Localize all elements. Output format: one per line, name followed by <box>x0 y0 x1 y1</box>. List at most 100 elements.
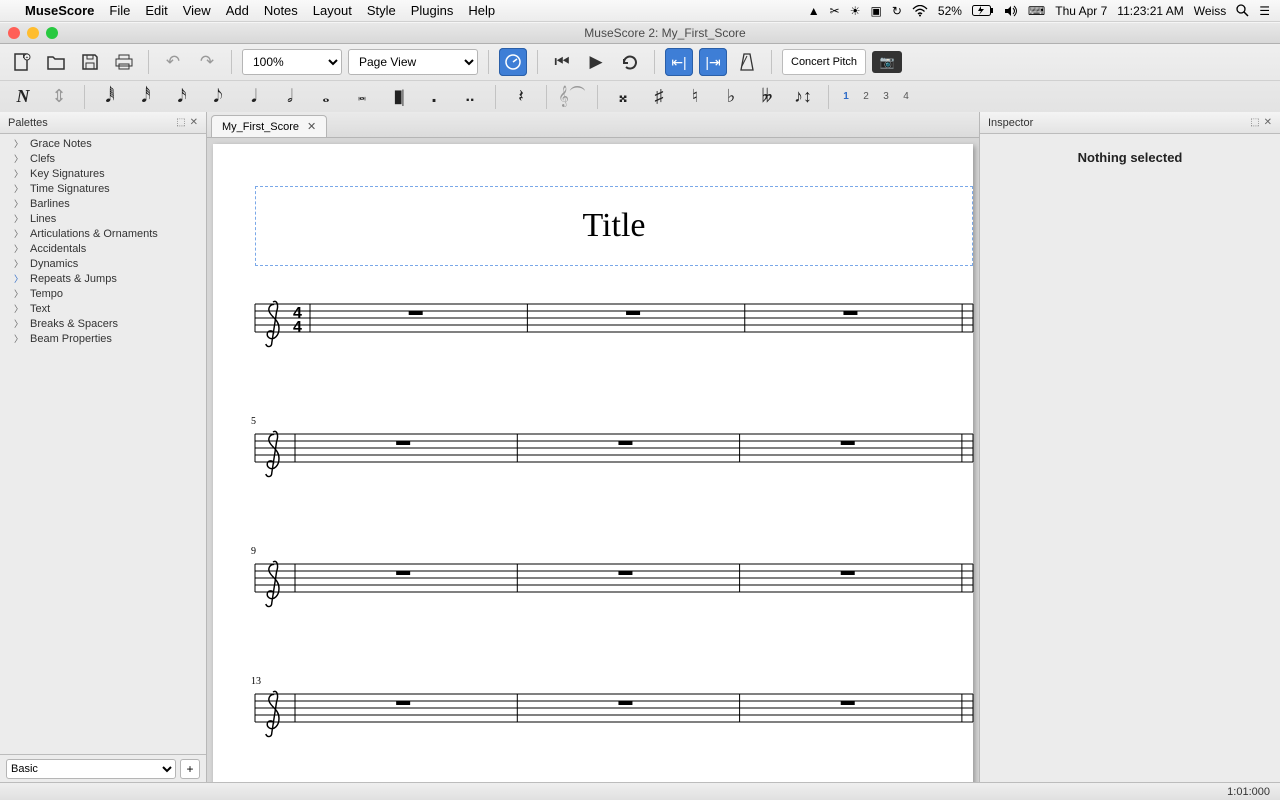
view-mode-select[interactable]: Page View <box>348 49 478 75</box>
save-button[interactable] <box>76 48 104 76</box>
staff-system[interactable]: 9 <box>255 564 973 614</box>
palette-float-icon[interactable]: ⬚ <box>176 117 185 128</box>
battery-icon[interactable] <box>972 5 994 16</box>
score-title[interactable]: Title <box>582 207 645 245</box>
double-flat-button[interactable]: 𝄫 <box>752 83 782 111</box>
palette-item-barlines[interactable]: 〉Barlines <box>0 196 206 211</box>
natural-button[interactable]: ♮ <box>680 83 710 111</box>
duration-longa-button[interactable]: ▮| <box>383 83 413 111</box>
score-viewport[interactable]: Title 44 5 9 13 <box>207 138 979 782</box>
palette-item-articulations-ornaments[interactable]: 〉Articulations & Ornaments <box>0 226 206 241</box>
metronome-button[interactable] <box>733 48 761 76</box>
tool-icon[interactable]: ✂ <box>830 4 840 18</box>
close-window-button[interactable] <box>8 27 20 39</box>
inspector-float-icon[interactable]: ⬚ <box>1250 117 1259 128</box>
palette-item-text[interactable]: 〉Text <box>0 301 206 316</box>
zoom-select[interactable]: 100% <box>242 49 342 75</box>
screenshot-button[interactable]: 📷 <box>872 51 902 73</box>
play-button[interactable]: ▶ <box>582 48 610 76</box>
palette-close-icon[interactable]: ✕ <box>190 117 198 128</box>
menubar-user[interactable]: Weiss <box>1194 4 1226 18</box>
palette-item-time-signatures[interactable]: 〉Time Signatures <box>0 181 206 196</box>
menubar-time[interactable]: 11:23:21 AM <box>1117 4 1184 18</box>
document-tab[interactable]: My_First_Score ✕ <box>211 115 327 137</box>
palette-item-grace-notes[interactable]: 〉Grace Notes <box>0 136 206 151</box>
double-dot-button[interactable]: .. <box>455 83 485 111</box>
loop-out-button[interactable]: |⇥ <box>699 48 727 76</box>
gdrive-icon[interactable]: ▲ <box>808 4 820 18</box>
redo-button[interactable]: ↷ <box>193 48 221 76</box>
loop-button[interactable] <box>616 48 644 76</box>
menu-notes[interactable]: Notes <box>264 3 298 18</box>
menu-layout[interactable]: Layout <box>313 3 352 18</box>
print-button[interactable] <box>110 48 138 76</box>
loop-in-button[interactable]: ⇤| <box>665 48 693 76</box>
repitch-button[interactable]: ⇕ <box>44 83 74 111</box>
menu-edit[interactable]: Edit <box>145 3 167 18</box>
tie-button[interactable]: 𝄞⁀ <box>557 83 587 111</box>
palette-item-tempo[interactable]: 〉Tempo <box>0 286 206 301</box>
voice-1-button[interactable]: 1 <box>839 91 853 102</box>
flip-button[interactable]: ♪↕ <box>788 83 818 111</box>
palette-item-lines[interactable]: 〉Lines <box>0 211 206 226</box>
duration-quarter-button[interactable]: 𝅘𝅥 <box>239 83 269 111</box>
input-icon[interactable]: ⌨ <box>1028 4 1045 18</box>
minimize-window-button[interactable] <box>27 27 39 39</box>
palette-workspace-select[interactable]: Basic <box>6 759 176 779</box>
double-sharp-button[interactable]: 𝄪 <box>608 83 638 111</box>
menu-help[interactable]: Help <box>468 3 495 18</box>
menubar-date[interactable]: Thu Apr 7 <box>1055 4 1107 18</box>
dropbox-icon[interactable]: ▣ <box>870 4 881 18</box>
menu-plugins[interactable]: Plugins <box>411 3 454 18</box>
duration-breve-button[interactable]: 𝅜 <box>347 83 377 111</box>
flat-button[interactable]: ♭ <box>716 83 746 111</box>
spotlight-icon[interactable] <box>1236 4 1249 17</box>
menu-add[interactable]: Add <box>226 3 249 18</box>
duration-32nd-button[interactable]: 𝅘𝅥𝅰 <box>131 83 161 111</box>
inspector-close-icon[interactable]: ✕ <box>1264 117 1272 128</box>
menu-style[interactable]: Style <box>367 3 396 18</box>
staff-system[interactable]: 5 <box>255 434 973 484</box>
title-frame[interactable]: Title <box>255 186 973 266</box>
rest-button[interactable]: 𝄽 <box>506 83 536 111</box>
volume-icon[interactable] <box>1004 5 1018 17</box>
duration-whole-button[interactable]: 𝅝 <box>311 83 341 111</box>
score-page[interactable]: Title 44 5 9 13 <box>213 144 973 782</box>
brightness-icon[interactable]: ☀ <box>850 4 861 18</box>
menu-file[interactable]: File <box>109 3 130 18</box>
concert-pitch-button[interactable]: Concert Pitch <box>782 49 866 75</box>
rewind-button[interactable]: ⏮ <box>548 48 576 76</box>
palette-item-repeats-jumps[interactable]: 〉Repeats & Jumps <box>0 271 206 286</box>
wifi-icon[interactable] <box>912 5 928 17</box>
palette-item-beam-properties[interactable]: 〉Beam Properties <box>0 331 206 346</box>
traffic-lights[interactable] <box>8 27 58 39</box>
close-tab-icon[interactable]: ✕ <box>307 120 316 133</box>
timemachine-icon[interactable]: ↻ <box>892 4 902 18</box>
note-input-speedometer-button[interactable] <box>499 48 527 76</box>
palette-add-button[interactable]: + <box>180 759 200 779</box>
palette-item-key-signatures[interactable]: 〉Key Signatures <box>0 166 206 181</box>
zoom-window-button[interactable] <box>46 27 58 39</box>
duration-half-button[interactable]: 𝅗𝅥 <box>275 83 305 111</box>
palette-item-clefs[interactable]: 〉Clefs <box>0 151 206 166</box>
duration-8th-button[interactable]: 𝅘𝅥𝅮 <box>203 83 233 111</box>
duration-16th-button[interactable]: 𝅘𝅥𝅯 <box>167 83 197 111</box>
duration-64th-button[interactable]: 𝅘𝅥𝅱 <box>95 83 125 111</box>
app-name[interactable]: MuseScore <box>25 3 94 18</box>
voice-3-button[interactable]: 3 <box>879 91 893 102</box>
undo-button[interactable]: ↶ <box>159 48 187 76</box>
note-input-button[interactable]: N <box>8 83 38 111</box>
palette-item-accidentals[interactable]: 〉Accidentals <box>0 241 206 256</box>
staff-system[interactable]: 44 <box>255 304 973 354</box>
palette-item-dynamics[interactable]: 〉Dynamics <box>0 256 206 271</box>
voice-4-button[interactable]: 4 <box>899 91 913 102</box>
palette-item-breaks-spacers[interactable]: 〉Breaks & Spacers <box>0 316 206 331</box>
menu-icon[interactable]: ☰ <box>1259 4 1270 18</box>
new-score-button[interactable]: + <box>8 48 36 76</box>
open-button[interactable] <box>42 48 70 76</box>
staff-system[interactable]: 13 <box>255 694 973 744</box>
menu-view[interactable]: View <box>183 3 211 18</box>
voice-2-button[interactable]: 2 <box>859 91 873 102</box>
sharp-button[interactable]: ♯ <box>644 83 674 111</box>
dot-button[interactable]: . <box>419 83 449 111</box>
